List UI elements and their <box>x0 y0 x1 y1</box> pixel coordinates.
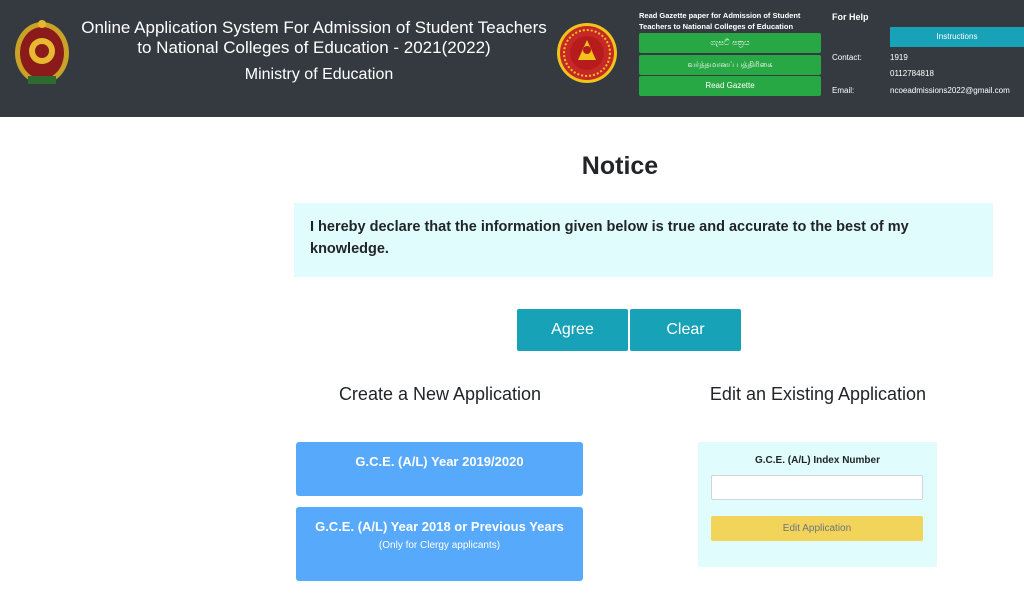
instructions-button[interactable]: Instructions <box>890 27 1024 47</box>
edit-application-button[interactable]: Edit Application <box>711 516 923 541</box>
notice-title: Notice <box>581 152 659 180</box>
al-2018-previous-label: G.C.E. (A/L) Year 2018 or Previous Years <box>315 519 564 534</box>
app-title: Online Application System For Admission … <box>81 18 547 57</box>
site-header: Online Application System For Admission … <box>0 0 1024 117</box>
read-gazette-button[interactable]: Read Gazette <box>639 76 821 96</box>
declaration-text: I hereby declare that the information gi… <box>294 203 993 277</box>
help-email: ncoeadmissions2022@gmail.com <box>890 86 1010 95</box>
help-title: For Help <box>832 12 869 22</box>
edit-application-title: Edit an Existing Application <box>709 384 927 404</box>
index-number-label: G.C.E. (A/L) Index Number <box>754 455 880 466</box>
gazette-sinhala-button[interactable]: ගැසට් පත්‍රය <box>639 33 821 53</box>
clergy-note: (Only for Clergy applicants) <box>378 540 501 551</box>
create-application-title: Create a New Application <box>338 384 542 404</box>
gazette-heading: Read Gazette paper for Admission of Stud… <box>639 11 801 31</box>
al-2018-previous-button[interactable]: G.C.E. (A/L) Year 2018 or Previous Years… <box>296 507 583 581</box>
al-2019-2020-button[interactable]: G.C.E. (A/L) Year 2019/2020 <box>296 442 583 496</box>
edit-application-panel: G.C.E. (A/L) Index Number Edit Applicati… <box>698 442 937 567</box>
al-2019-2020-label: G.C.E. (A/L) Year 2019/2020 <box>355 454 524 469</box>
sri-lanka-emblem-icon <box>15 20 69 84</box>
ministry-title: Ministry of Education <box>244 66 394 83</box>
agree-button[interactable]: Agree <box>517 309 628 351</box>
gazette-tamil-button[interactable]: வர்த்தமானப் பத்திரிகை <box>639 55 821 75</box>
ministry-logo-icon <box>557 23 617 83</box>
contact-number-2: 0112784818 <box>890 69 934 78</box>
email-label: Email: <box>832 86 855 95</box>
contact-number-1: 1919 <box>890 53 908 62</box>
contact-label: Contact: <box>832 53 862 62</box>
clear-button[interactable]: Clear <box>630 309 741 351</box>
index-number-input[interactable] <box>711 475 923 500</box>
